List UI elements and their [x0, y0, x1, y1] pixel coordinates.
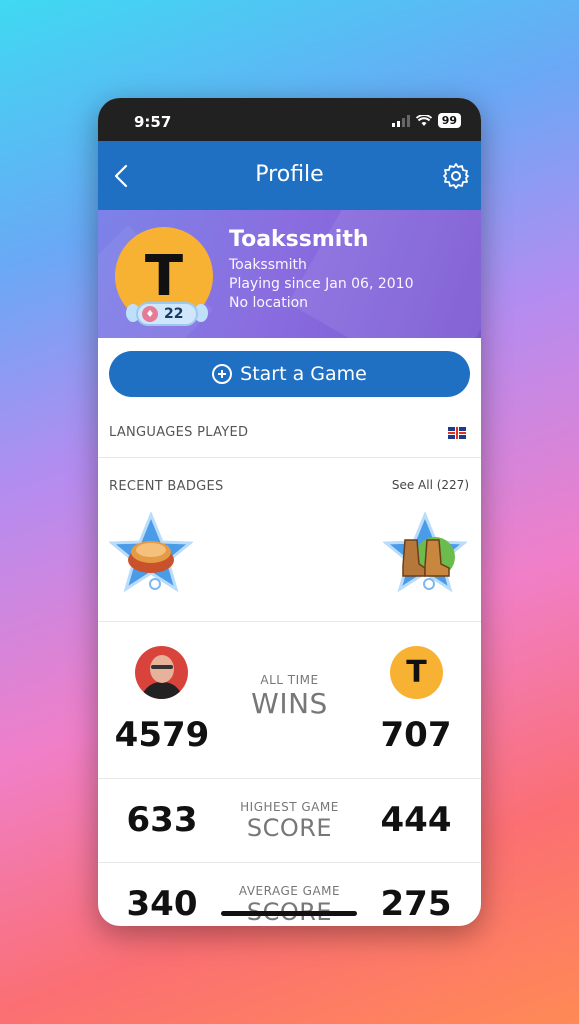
nav-bar: Profile	[98, 141, 481, 210]
profile-location: No location	[229, 295, 309, 311]
gem-icon: ♦	[142, 306, 158, 322]
profile-username: Toakssmith	[229, 257, 307, 273]
stat-right-value: 444	[380, 800, 452, 840]
phone-screen: 9:57 99 Profile T ♦ 22 Toakssmith Toakss…	[98, 98, 481, 926]
uk-flag-icon	[448, 427, 466, 439]
level-number: 22	[164, 306, 184, 322]
status-bar: 9:57 99	[98, 98, 481, 141]
status-icons: 99	[391, 113, 461, 128]
home-indicator	[221, 911, 357, 916]
profile-name: Toakssmith	[229, 227, 369, 252]
languages-label: LANGUAGES PLAYED	[109, 425, 249, 440]
stat-left-value: 633	[126, 800, 198, 840]
stat-left-value: 4579	[114, 715, 210, 755]
start-game-label: Start a Game	[240, 363, 367, 385]
hiking-boots-badge-icon[interactable]	[383, 512, 467, 596]
start-game-button[interactable]: Start a Game	[109, 351, 470, 397]
stat-small-label: ALL TIME	[260, 673, 319, 687]
recent-badges-label: RECENT BADGES	[109, 479, 224, 494]
see-all-badges-link[interactable]: See All (227)	[392, 478, 469, 492]
level-badge: ♦ 22	[136, 302, 198, 326]
plus-circle-icon	[212, 364, 233, 384]
profile-playing-since: Playing since Jan 06, 2010	[229, 276, 414, 292]
gear-icon[interactable]	[441, 161, 471, 191]
battery-indicator: 99	[437, 113, 461, 128]
signal-icon	[391, 114, 410, 127]
stat-left-value: 340	[126, 884, 198, 924]
page-title: Profile	[255, 162, 324, 187]
stat-right-value: 707	[380, 715, 452, 755]
status-time: 9:57	[134, 113, 172, 131]
stat-right-value: 275	[380, 884, 452, 924]
casserole-badge-icon[interactable]	[109, 512, 193, 596]
profile-header: T ♦ 22 Toakssmith Toakssmith Playing sin…	[98, 210, 481, 338]
wifi-icon	[415, 114, 432, 126]
